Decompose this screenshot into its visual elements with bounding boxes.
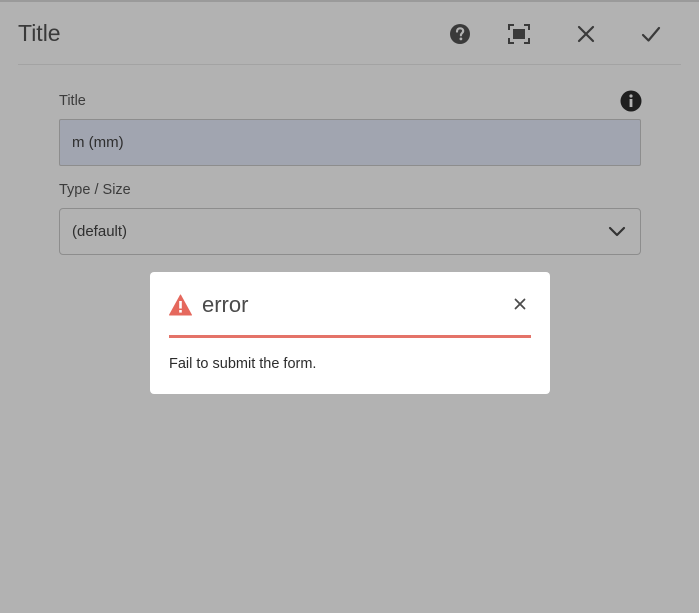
close-icon — [577, 25, 595, 43]
error-popup-title: error — [202, 292, 249, 317]
done-button[interactable] — [638, 21, 664, 47]
title-input[interactable] — [59, 119, 641, 166]
fullscreen-icon — [508, 24, 530, 44]
help-icon — [450, 24, 470, 44]
error-popup: error Fail to submit the form. — [150, 272, 550, 394]
error-popup-message: Fail to submit the form. — [169, 356, 317, 372]
close-icon[interactable] — [513, 297, 527, 311]
title-field-label: Title — [59, 93, 86, 109]
error-popup-header: error — [169, 272, 531, 338]
cancel-button[interactable] — [573, 21, 599, 47]
type-size-selected-value: (default) — [72, 223, 128, 240]
chevron-down-icon — [608, 226, 626, 237]
type-size-label: Type / Size — [59, 182, 131, 198]
dialog-header: Title — [18, 2, 681, 65]
check-icon — [641, 26, 661, 42]
fullscreen-button[interactable] — [506, 21, 532, 47]
alert-icon — [169, 294, 192, 316]
help-button[interactable] — [447, 21, 473, 47]
type-size-select[interactable]: (default) — [59, 208, 641, 255]
info-icon[interactable] — [620, 90, 642, 112]
dialog-title: Title — [18, 20, 61, 46]
